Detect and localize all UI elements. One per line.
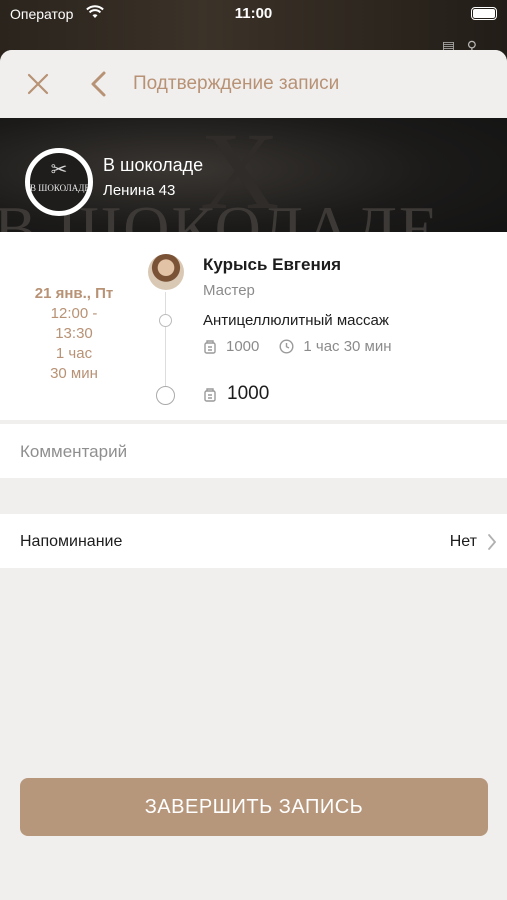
logo-text: В ШОКОЛАДЕ [30, 183, 90, 193]
nav-bar: Подтверждение записи [0, 50, 507, 118]
booking-time-start: 12:00 - [50, 305, 98, 322]
timeline-line [165, 292, 166, 387]
price-tag-icon [204, 340, 216, 354]
back-chevron-icon[interactable] [88, 70, 108, 98]
service-meta: 1000 1 час 30 мин [203, 338, 392, 355]
booking-time-end: 13:30 [55, 325, 93, 342]
page-title: Подтверждение записи [133, 73, 340, 94]
price-tag-icon [204, 387, 216, 402]
reminder-value: Нет [449, 533, 477, 550]
salon-banner: X В ШОКОЛАДЕ ✂ В ШОКОЛАДЕ В шоколаде Лен… [0, 118, 507, 246]
salon-logo: ✂ В ШОКОЛАДЕ [25, 148, 93, 216]
total-price: 1000 [227, 383, 270, 404]
salon-address: Ленина 43 [103, 182, 176, 199]
service-price: 1000 [226, 338, 260, 355]
comment-field[interactable]: Комментарий [0, 424, 507, 478]
clock-icon [279, 339, 294, 354]
service-name: Антицеллюлитный массаж [203, 312, 389, 329]
booking-duration-hours: 1 час [55, 345, 93, 362]
clock: 11:00 [234, 5, 273, 22]
comment-placeholder: Комментарий [20, 442, 128, 461]
booking-total: 1000 [203, 383, 269, 405]
master-name: Курысь Евгения [203, 255, 342, 274]
booking-duration-minutes: 30 мин [50, 365, 98, 382]
battery-icon [471, 7, 497, 20]
scissors-icon: ✂ [50, 159, 68, 181]
reminder-row[interactable]: Напоминание Нет [0, 514, 507, 568]
booking-date: 21 янв., Пт [34, 285, 114, 302]
booking-datetime: 21 янв., Пт 12:00 - 13:30 1 час 30 мин [24, 284, 124, 384]
master-role: Мастер [203, 282, 255, 299]
chevron-right-icon [487, 533, 497, 556]
service-duration: 1 час 30 мин [303, 338, 392, 355]
master-avatar [148, 254, 184, 290]
booking-card: 21 янв., Пт 12:00 - 13:30 1 час 30 мин К… [0, 232, 507, 420]
status-bar: Оператор 11:00 [0, 0, 507, 28]
finish-booking-button[interactable]: ЗАВЕРШИТЬ ЗАПИСЬ [20, 778, 488, 836]
timeline-end-dot [156, 386, 175, 405]
timeline-dot [159, 314, 172, 327]
salon-name: В шоколаде [103, 155, 204, 175]
close-icon[interactable] [26, 72, 50, 96]
reminder-label: Напоминание [20, 533, 123, 550]
